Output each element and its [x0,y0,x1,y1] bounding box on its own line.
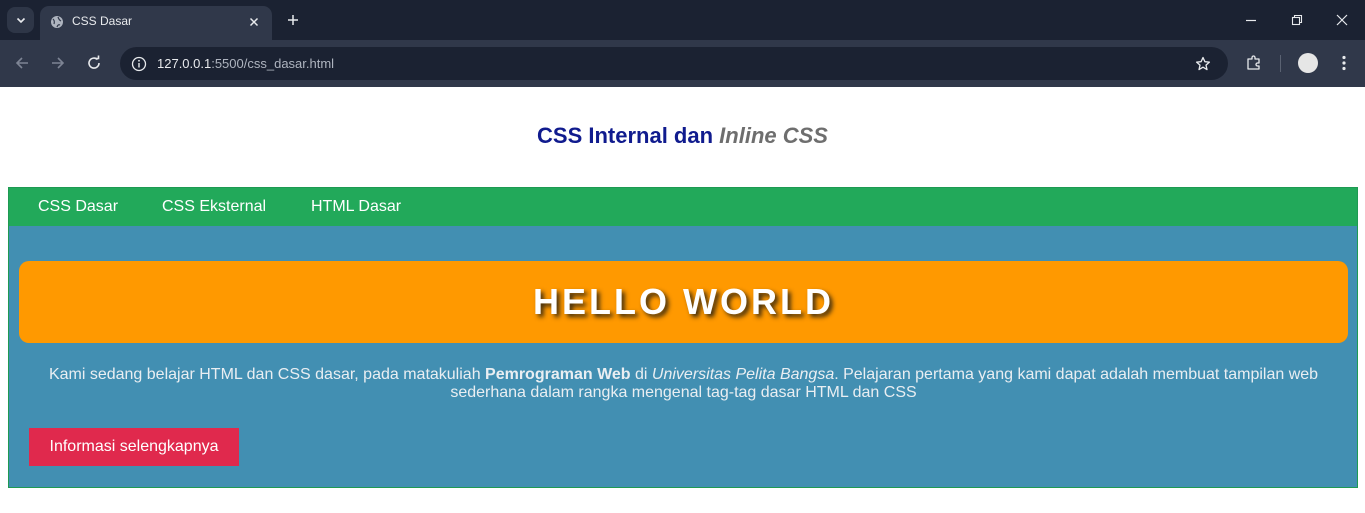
nav-link-html-dasar[interactable]: HTML Dasar [311,198,401,216]
url-text: 127.0.0.1:5500/css_dasar.html [157,56,334,71]
browser-tab[interactable]: CSS Dasar [40,6,272,40]
browser-toolbar: 127.0.0.1:5500/css_dasar.html [0,40,1365,87]
page-title-emphasis: Inline CSS [719,123,828,148]
description-paragraph: Kami sedang belajar HTML dan CSS dasar, … [39,366,1328,402]
tab-search-button[interactable] [7,7,34,33]
restore-button[interactable] [1275,6,1319,34]
address-bar[interactable]: 127.0.0.1:5500/css_dasar.html [120,47,1228,80]
forward-button[interactable] [47,52,69,74]
desc-course-name: Pemrograman Web [485,366,631,383]
browser-tab-bar: CSS Dasar [0,0,1365,40]
hero-banner: HELLO WORLD [19,261,1348,343]
star-icon [1195,56,1211,71]
tab-title: CSS Dasar [72,14,133,28]
arrow-right-icon [52,57,65,69]
desc-university: Universitas Pelita Bangsa [651,366,835,383]
puzzle-icon [1247,55,1260,70]
nav-link-css-dasar[interactable]: CSS Dasar [38,198,118,216]
globe-icon [51,16,63,28]
url-host: 127.0.0.1 [157,56,212,71]
plus-icon [288,15,298,25]
minimize-button[interactable] [1229,6,1273,34]
content-section: HELLO WORLD Kami sedang belajar HTML dan… [8,226,1358,488]
main-navbar: CSS Dasar CSS Eksternal HTML Dasar [8,187,1358,227]
reload-icon [88,55,100,69]
desc-text-1: Kami sedang belajar HTML dan CSS dasar, … [48,366,486,383]
restore-icon [1291,14,1303,26]
url-path: :5500/css_dasar.html [211,56,335,71]
minimize-icon [1246,19,1256,22]
close-icon [1336,14,1348,26]
reload-button[interactable] [83,52,105,74]
hero-heading: HELLO WORLD [533,281,834,322]
more-info-button[interactable]: Informasi selengkapnya [29,428,239,466]
more-vertical-icon [1342,55,1346,71]
desc-text-2: di [630,366,652,383]
tab-close-button[interactable] [244,12,264,32]
close-window-button[interactable] [1320,6,1364,34]
page-title: CSS Internal dan Inline CSS [0,123,1365,149]
chevron-down-icon [16,17,25,24]
bookmark-button[interactable] [1192,53,1214,75]
close-icon [249,17,259,27]
menu-button[interactable] [1333,52,1355,74]
extensions-button[interactable] [1243,52,1265,74]
back-button[interactable] [11,52,33,74]
toolbar-divider [1280,55,1281,72]
new-tab-button[interactable] [282,9,304,31]
profile-avatar[interactable] [1298,53,1318,73]
info-icon [131,56,147,72]
arrow-left-icon [15,57,28,69]
site-info-button[interactable] [129,54,149,74]
nav-link-css-eksternal[interactable]: CSS Eksternal [162,198,266,216]
page-title-text: CSS Internal dan [537,123,720,148]
